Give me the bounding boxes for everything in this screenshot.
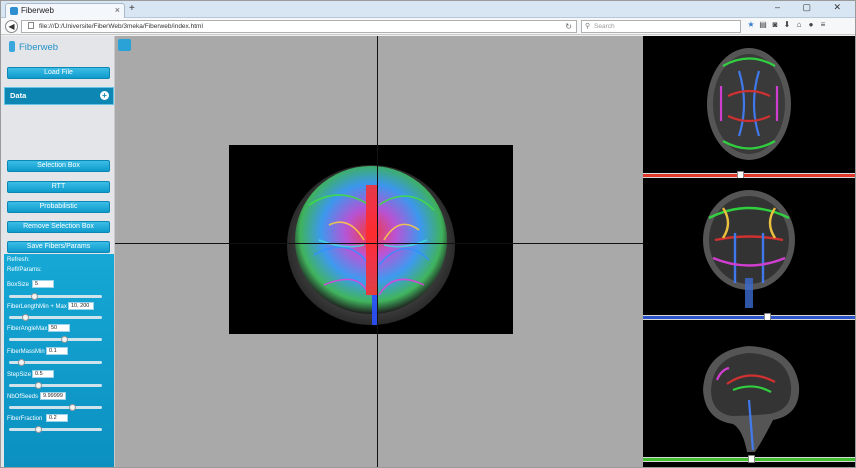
fiber-fraction-slider[interactable] [9,426,102,433]
favicon-icon [10,7,18,15]
page-icon [28,22,34,29]
param-label: FiberMassMin [7,349,45,355]
home-icon[interactable]: ⌂ [793,20,805,29]
slider-thumb[interactable] [69,404,76,411]
logo-text: Fiberweb [19,42,59,53]
fiber-angle-slider[interactable] [9,336,102,343]
new-tab-button[interactable]: + [129,3,135,14]
back-button[interactable]: ◀ [5,20,18,33]
slider-thumb[interactable] [35,426,42,433]
download-icon[interactable]: ⬇ [781,20,793,29]
param-label: FiberAngleMax [7,326,48,332]
url-bar[interactable]: file:///D:/Universite/FiberWeb/3meka/Fib… [21,20,577,33]
tab-title: Fiberweb [21,6,54,15]
nb-seeds-slider[interactable] [9,404,102,411]
rtt-button[interactable]: RTT [7,181,110,193]
slider-thumb[interactable] [18,359,25,366]
boxsize-slider[interactable] [9,293,102,300]
fiber-length-input[interactable]: 10, 200 [68,302,94,310]
app-logo: Fiberweb [9,41,58,57]
navigation-bar: ◀ file:///D:/Universite/FiberWeb/3meka/F… [1,18,855,35]
sagittal-slice-view[interactable] [643,320,855,457]
remove-selection-box-button[interactable]: Remove Selection Box [7,221,110,233]
slider-thumb[interactable] [748,455,755,463]
data-header-label: Data [10,91,27,100]
reload-icon[interactable]: ↻ [565,21,572,32]
fiber-mass-slider[interactable] [9,359,102,366]
tractography-render[interactable] [229,145,513,334]
sagittal-slice-slider[interactable] [643,455,855,463]
boxsize-input[interactable]: 5 [32,280,54,288]
slider-thumb[interactable] [31,293,38,300]
data-panel-header[interactable]: Data + [4,87,114,105]
axial-slice-image [707,48,791,160]
fiber-mass-input[interactable]: 0.1 [46,347,68,355]
save-fibers-button[interactable]: Save Fibers/Params [7,241,110,253]
params-subtitle: Refl/Params: [7,267,42,273]
param-label: StepSize [7,372,32,378]
expand-plus-icon[interactable]: + [100,91,109,100]
menu-icon[interactable]: ≡ [817,20,829,29]
slider-thumb[interactable] [61,336,68,343]
coronal-slice-view[interactable] [643,178,855,315]
crosshair-vertical [377,36,378,467]
main-3d-viewer[interactable] [115,36,643,467]
search-icon: ⚲ [585,23,591,30]
sidebar: Fiberweb Load File Data + Selection Box … [1,36,115,467]
window-controls[interactable]: – ▢ ✕ [775,2,851,13]
step-size-slider[interactable] [9,382,102,389]
toolbar-icons: ★ ▤ ◙ ⬇ ⌂ ● ≡ [745,20,853,33]
step-size-input[interactable]: 0.5 [32,370,54,378]
search-placeholder: Search [594,23,615,30]
probabilistic-button[interactable]: Probabilistic [7,201,110,213]
param-label: NbOfSeeds [7,394,39,400]
chat-icon[interactable]: ● [805,20,817,29]
pocket-icon[interactable]: ◙ [769,20,781,29]
slice-panel [643,36,855,467]
brain-fibers-image [287,165,455,325]
nb-seeds-input[interactable]: 9.99999 [40,392,66,400]
param-label: FiberFraction [7,416,43,422]
slider-track [643,174,855,177]
logo-icon [9,41,15,52]
fiber-angle-input[interactable]: 50 [48,324,70,332]
viewer-toggle-button[interactable] [118,39,131,51]
url-text: file:///D:/Universite/FiberWeb/3meka/Fib… [39,23,203,30]
axial-slice-view[interactable] [643,36,855,173]
params-title: Refresh: [7,257,30,263]
slider-thumb[interactable] [35,382,42,389]
browser-window: Fiberweb × + – ▢ ✕ ◀ file:///D:/Universi… [0,0,856,468]
slider-thumb[interactable] [22,314,29,321]
fiber-fraction-input[interactable]: 0.2 [46,414,68,422]
sagittal-slice-image [703,346,800,452]
fiber-length-slider[interactable] [9,314,102,321]
bookmark-star-icon[interactable]: ★ [745,20,757,29]
slider-track [643,316,855,319]
clipboard-icon[interactable]: ▤ [757,20,769,29]
load-file-button[interactable]: Load File [7,67,110,79]
tab-close-icon[interactable]: × [115,5,120,15]
tab-strip: Fiberweb × + – ▢ ✕ [1,1,855,18]
param-label: BoxSize [7,282,30,288]
selection-box-button[interactable]: Selection Box [7,160,110,172]
param-label: FiberLengthMin + Max [7,304,67,310]
params-panel: Refresh: Refl/Params: BoxSize 5 FiberLen… [4,254,114,467]
search-input[interactable]: ⚲ Search [581,20,741,33]
tab-fiberweb[interactable]: Fiberweb × [5,3,125,18]
crosshair-horizontal [115,243,643,244]
coronal-slice-image [703,190,795,308]
